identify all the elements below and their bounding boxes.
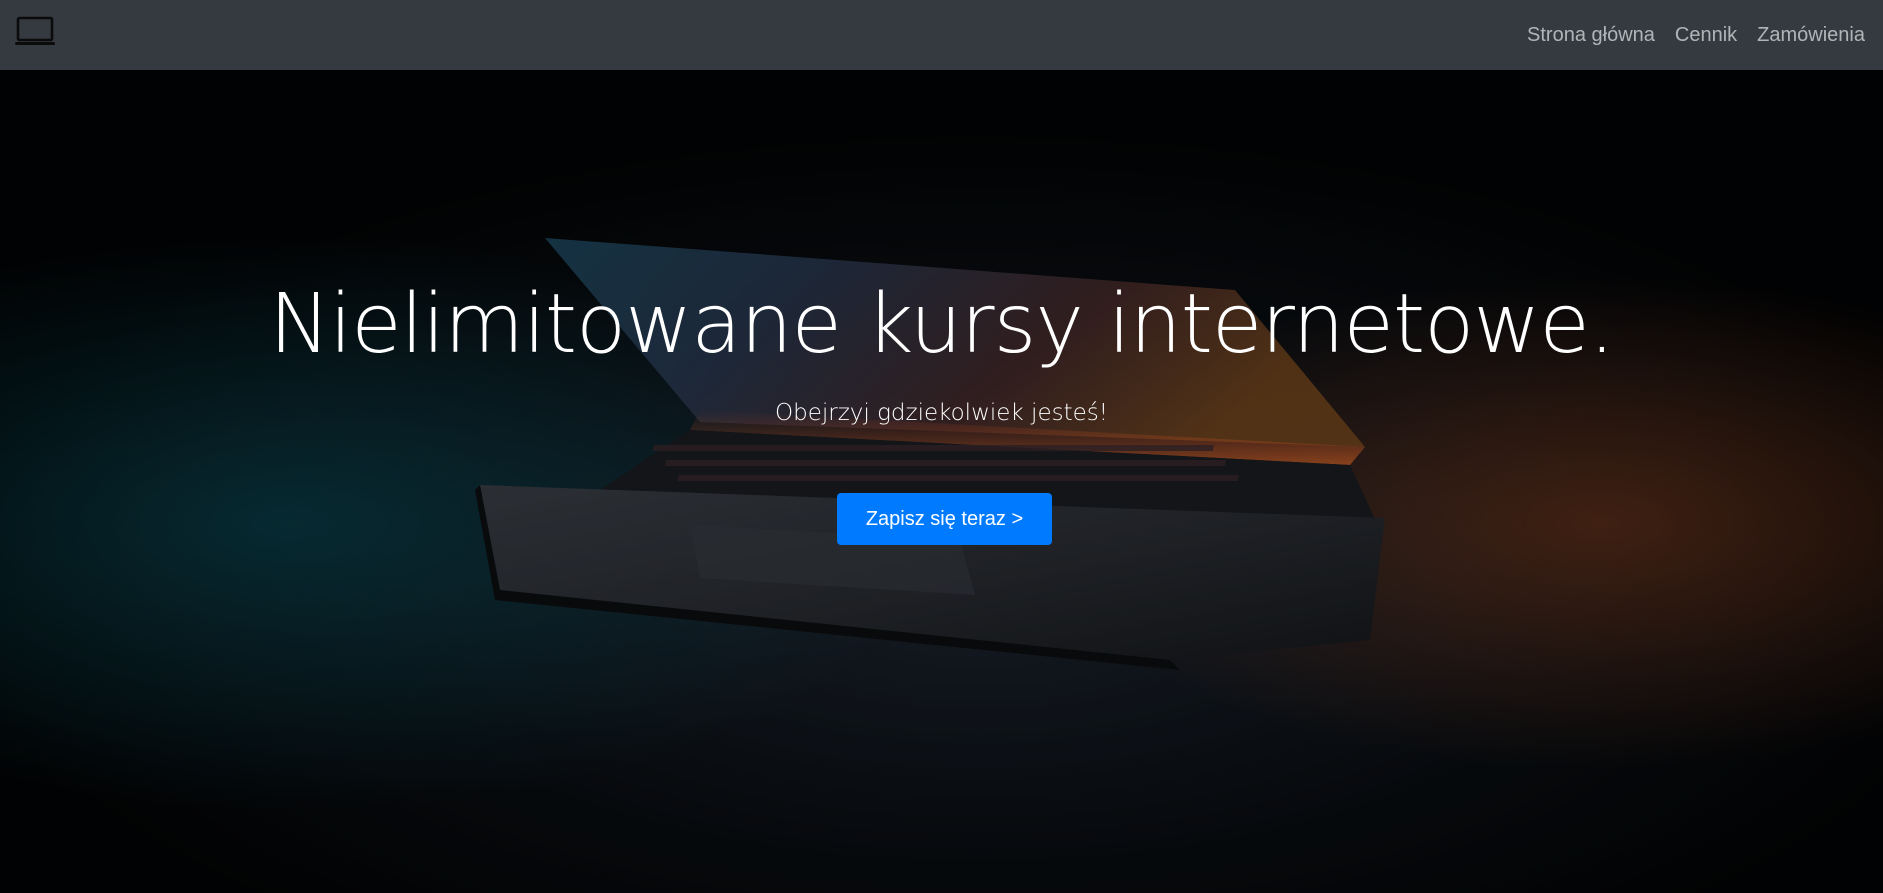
signup-button[interactable]: Zapisz się teraz > xyxy=(837,493,1052,545)
hero-section: Nielimitowane kursy internetowe. Obejrzy… xyxy=(0,70,1883,893)
nav-links: Strona główna Cennik Zamówienia xyxy=(1527,0,1865,70)
hero-title: Nielimitowane kursy internetowe. xyxy=(269,277,1615,372)
nav-link-orders[interactable]: Zamówienia xyxy=(1757,24,1865,47)
nav-link-home[interactable]: Strona główna xyxy=(1527,24,1655,47)
nav-link-pricing[interactable]: Cennik xyxy=(1675,24,1737,47)
hero-subtitle: Obejrzyj gdziekolwiek jesteś! xyxy=(775,400,1108,426)
hero-content: Nielimitowane kursy internetowe. Obejrzy… xyxy=(0,70,1883,893)
laptop-icon[interactable] xyxy=(14,15,56,49)
top-navbar: Strona główna Cennik Zamówienia xyxy=(0,0,1883,70)
